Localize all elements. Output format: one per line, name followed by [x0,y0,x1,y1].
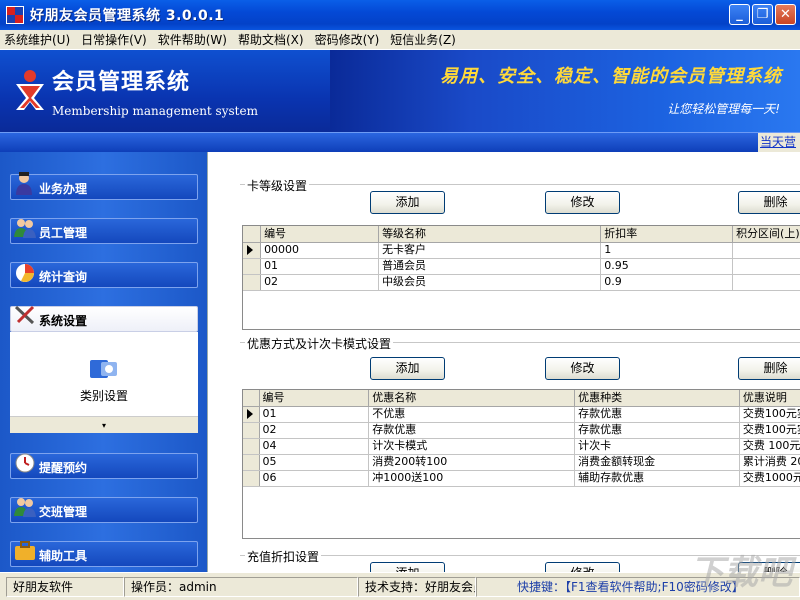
table-row[interactable]: 02 存款优惠 存款优惠 交费100元实际存入卡中 [243,422,800,438]
card-level-edit-button[interactable]: 修改 [545,191,620,214]
sidebar-item-handover[interactable]: 交班管理 [10,497,198,523]
discount-group: 优惠方式及计次卡模式设置 [240,342,800,343]
watermark: 下载吧 [690,545,792,594]
sidebar-item-tools[interactable]: 辅助工具 [10,541,198,567]
table-header: 编号 等级名称 折扣率 积分区间(上) 积 [243,226,800,242]
category-settings-icon [89,358,119,380]
handover-icon [13,494,37,520]
menu-system[interactable]: 系统维护(U) [4,31,70,48]
card-level-add-button[interactable]: 添加 [370,191,445,214]
logo-icon [12,68,48,112]
current-row-indicator-icon [247,409,253,419]
menu-password[interactable]: 密码修改(Y) [315,31,380,48]
menu-docs[interactable]: 帮助文档(X) [238,31,304,48]
close-button[interactable]: ✕ [775,4,796,25]
current-row-indicator-icon [247,245,253,255]
main-panel: 卡等级设置 添加 修改 删除 编号 等级名称 折扣率 积分区间(上) 积 000… [207,152,800,572]
window-title: 好朋友会员管理系统 3.0.0.1 [30,5,224,25]
table-row[interactable]: 01 不优惠 存款优惠 交费100元实际存入卡中 [243,406,800,422]
status-software: 好朋友软件 [6,577,124,597]
card-level-table: 编号 等级名称 折扣率 积分区间(上) 积 00000 无卡客户 1 0 01 … [242,225,800,330]
tools-icon [13,303,37,329]
menu-help[interactable]: 软件帮助(W) [158,31,227,48]
discount-add-button[interactable]: 添加 [370,357,445,380]
clock-icon [13,450,37,476]
column-header[interactable]: 优惠说明 [739,390,800,406]
sidebar: 业务办理 员工管理 统计查询 系统设置 类别设置 ▾ 提醒预约 交班管理 辅助工… [0,152,207,572]
person-icon [13,171,37,197]
discount-delete-button[interactable]: 删除 [738,357,800,380]
table-row[interactable]: 05 消费200转100 消费金额转现金 累计消费 200元转换现 [243,454,800,470]
app-icon [6,6,24,24]
banner-slogan: 易用、安全、稳定、智能的会员管理系统 [440,62,782,88]
title-bar: 好朋友会员管理系统 3.0.0.1 _ ❐ ✕ [0,0,800,30]
column-header[interactable]: 优惠名称 [369,390,575,406]
staff-icon [13,215,37,241]
menu-daily[interactable]: 日常操作(V) [81,31,147,48]
restore-button[interactable]: ❐ [752,4,773,25]
menu-bar: 系统维护(U) 日常操作(V) 软件帮助(W) 帮助文档(X) 密码修改(Y) … [0,30,800,50]
status-bar: 好朋友软件 操作员：admin 技术支持：好朋友会员管理 快捷键：【F1查看软件… [0,572,800,600]
banner-subtitle: Membership management system [52,104,258,118]
banner: 会员管理系统 Membership management system 易用、安… [0,50,800,132]
table-header: 编号 优惠名称 优惠种类 优惠说明 [243,390,800,406]
sidebar-item-staff[interactable]: 员工管理 [10,218,198,244]
recharge-edit-button[interactable]: 修改 [545,562,620,572]
minimize-button[interactable]: _ [729,4,750,25]
table-row[interactable]: 00000 无卡客户 1 0 [243,242,800,258]
discount-edit-button[interactable]: 修改 [545,357,620,380]
sidebar-item-business[interactable]: 业务办理 [10,174,198,200]
discount-title: 优惠方式及计次卡模式设置 [245,335,393,352]
toolbox-icon [13,538,37,564]
column-header[interactable]: 优惠种类 [575,390,740,406]
sidebar-item-statistics[interactable]: 统计查询 [10,262,198,288]
card-level-title: 卡等级设置 [245,177,309,194]
table-row[interactable]: 06 冲1000送100 辅助存款优惠 交费1000元，实际存入 [243,470,800,486]
discount-table: 编号 优惠名称 优惠种类 优惠说明 01 不优惠 存款优惠 交费100元实际存入… [242,389,800,539]
sidebar-item-reminder[interactable]: 提醒预约 [10,453,198,479]
card-level-delete-button[interactable]: 删除 [738,191,800,214]
column-header[interactable]: 编号 [261,226,379,242]
column-header[interactable]: 折扣率 [601,226,733,242]
status-operator: 操作员：admin [124,577,358,597]
table-row[interactable]: 01 普通会员 0.95 0 [243,258,800,274]
table-row[interactable]: 02 中级会员 0.9 0 [243,274,800,290]
scroll-down-button[interactable]: ▾ [10,416,198,433]
recharge-title: 充值折扣设置 [245,548,321,565]
settings-subpanel: 类别设置 ▾ [10,332,198,433]
today-link[interactable]: 当天营 [758,133,800,152]
sub-item-category[interactable]: 类别设置 [10,332,198,416]
column-header[interactable]: 等级名称 [379,226,601,242]
column-header[interactable]: 积分区间(上) [733,226,800,242]
banner-slogan-secondary: 让您轻松管理每一天! [667,100,780,117]
card-level-group: 卡等级设置 [240,184,800,185]
banner-strip: 当天营 [0,132,800,152]
column-header[interactable]: 编号 [259,390,369,406]
recharge-add-button[interactable]: 添加 [370,562,445,572]
table-row[interactable]: 04 计次卡模式 计次卡 交费 100元可消费 10次 [243,438,800,454]
sidebar-item-settings[interactable]: 系统设置 [10,306,198,332]
banner-title: 会员管理系统 [52,64,190,96]
chart-icon [13,259,37,285]
status-support: 技术支持：好朋友会员管理 [358,577,476,597]
menu-sms[interactable]: 短信业务(Z) [390,31,456,48]
